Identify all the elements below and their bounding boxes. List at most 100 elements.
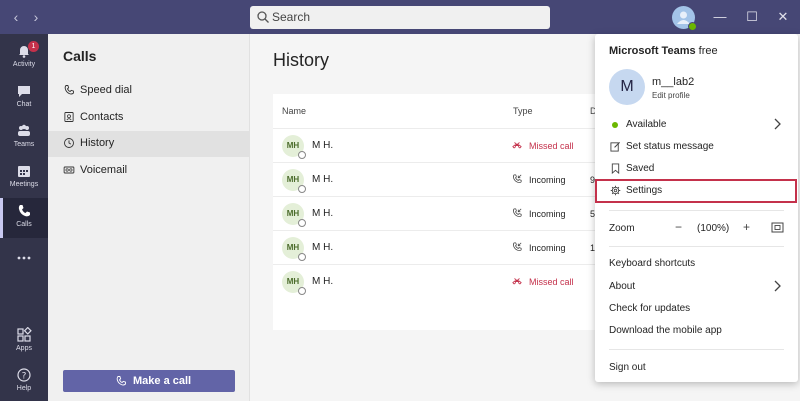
rail-label: Meetings [9,181,39,188]
incoming-call-icon [513,242,522,252]
chevron-right-icon [774,280,781,292]
edit-status-icon [610,142,620,152]
missed-call-icon [512,278,522,285]
minimize-icon[interactable]: — [711,8,729,26]
menu-divider [609,246,784,247]
menu-item-sign-out[interactable]: Sign out [595,357,798,379]
zoom-label: Zoom [609,223,635,234]
teams-icon [18,124,30,136]
product-title: Microsoft Teams [609,45,696,57]
bookmark-icon [611,163,620,174]
make-a-call-button[interactable]: Make a call [63,370,235,392]
table-row[interactable]: MH M H. Missed call [273,264,633,298]
avatar: MH [282,135,306,159]
calls-item-label: Contacts [80,111,124,123]
title-bar: ‹ › Search — ☐ ✕ [0,0,800,34]
rail-item-activity[interactable]: 1 Activity [0,38,48,78]
zoom-out-button[interactable]: − [675,220,682,234]
avatar-initials: MH [286,277,300,286]
presence-status-icon [298,151,306,159]
user-name: m__lab2 [652,76,695,88]
chevron-right-icon [774,118,781,130]
calls-title: Calls [63,48,97,64]
fullscreen-icon[interactable] [771,222,784,233]
apps-icon [17,327,32,342]
contacts-icon [64,112,74,122]
table-row[interactable]: MH M H. Incoming 9 [273,162,633,196]
column-header-type[interactable]: Type [513,106,533,116]
menu-divider [609,210,784,211]
menu-item-label: Keyboard shortcuts [609,258,696,269]
profile-avatar[interactable]: M [609,69,645,105]
caller-name: M H. [312,242,334,253]
chat-icon [18,86,30,97]
profile-avatar-button[interactable] [672,6,697,31]
table-row[interactable]: MH M H. Missed call [273,128,633,162]
voicemail-icon [63,166,75,174]
missed-call-icon [512,142,522,149]
rail-item-meetings[interactable]: Meetings [0,158,48,198]
calls-item-voicemail[interactable]: Voicemail [48,158,250,184]
menu-item-label: Sign out [609,362,646,373]
menu-item-saved[interactable]: Saved [595,158,798,180]
phone-icon [64,85,74,95]
edit-profile-link[interactable]: Edit profile [652,91,690,100]
column-header-name[interactable]: Name [282,106,306,116]
search-icon [257,11,269,23]
search-input[interactable]: Search [250,6,550,29]
table-row[interactable]: MH M H. Incoming 1 [273,230,633,264]
calls-item-contacts[interactable]: Contacts [48,105,250,131]
menu-item-label: Check for updates [609,303,691,314]
rail-label: Calls [16,221,32,228]
calls-item-label: Speed dial [80,84,132,96]
calls-item-label: History [80,137,115,149]
back-arrow-icon[interactable]: ‹ [8,9,24,25]
rail-item-help[interactable]: ? Help [0,362,48,401]
presence-status-icon [298,219,306,227]
search-placeholder: Search [272,10,311,24]
rail-item-chat[interactable]: Chat [0,78,48,118]
menu-item-available[interactable]: Available [595,114,798,136]
avatar: MH [282,271,306,295]
rail-item-more[interactable] [0,238,48,278]
rail-label: Help [16,385,32,392]
menu-item-label: Download the mobile app [609,325,722,336]
table-row[interactable]: MH M H. Incoming 5 [273,196,633,230]
rail-item-apps[interactable]: Apps [0,322,48,362]
page-title: History [273,50,330,70]
incoming-call-icon [513,208,522,218]
rail-label: Apps [16,345,32,352]
rail-item-teams[interactable]: Teams [0,118,48,158]
profile-menu: Microsoft Teams free M m__lab2 Edit prof… [595,34,798,382]
avatar-initials: MH [286,141,300,150]
menu-divider [609,349,784,350]
zoom-in-button[interactable]: + [743,220,750,234]
menu-item-check-updates[interactable]: Check for updates [595,298,798,320]
call-type: Missed call [529,141,574,151]
phone-icon [18,205,30,217]
zoom-value: (100%) [697,223,730,234]
calls-item-history[interactable]: History [48,131,250,157]
forward-arrow-icon[interactable]: › [28,9,44,25]
presence-status-icon [298,185,306,193]
maximize-icon[interactable]: ☐ [743,8,761,26]
call-type: Missed call [529,277,574,287]
menu-item-about[interactable]: About [595,276,798,298]
app-rail: 1 Activity Chat Teams Meetings Calls App… [0,34,48,401]
available-status-icon [612,122,618,128]
avatar: MH [282,169,306,193]
caller-name: M H. [312,140,334,151]
calls-item-label: Voicemail [80,164,128,176]
menu-item-download-mobile-app[interactable]: Download the mobile app [595,320,798,342]
close-icon[interactable]: ✕ [774,8,792,26]
caller-name: M H. [312,208,334,219]
rail-label: Teams [13,141,35,148]
call-type: Incoming [529,243,566,253]
menu-item-set-status[interactable]: Set status message [595,136,798,158]
phone-icon [116,376,126,386]
menu-item-keyboard-shortcuts[interactable]: Keyboard shortcuts [595,253,798,275]
more-dots-icon [17,256,31,260]
rail-item-calls[interactable]: Calls [0,198,48,238]
calls-item-speed-dial[interactable]: Speed dial [48,78,250,104]
svg-text:?: ? [22,372,27,382]
